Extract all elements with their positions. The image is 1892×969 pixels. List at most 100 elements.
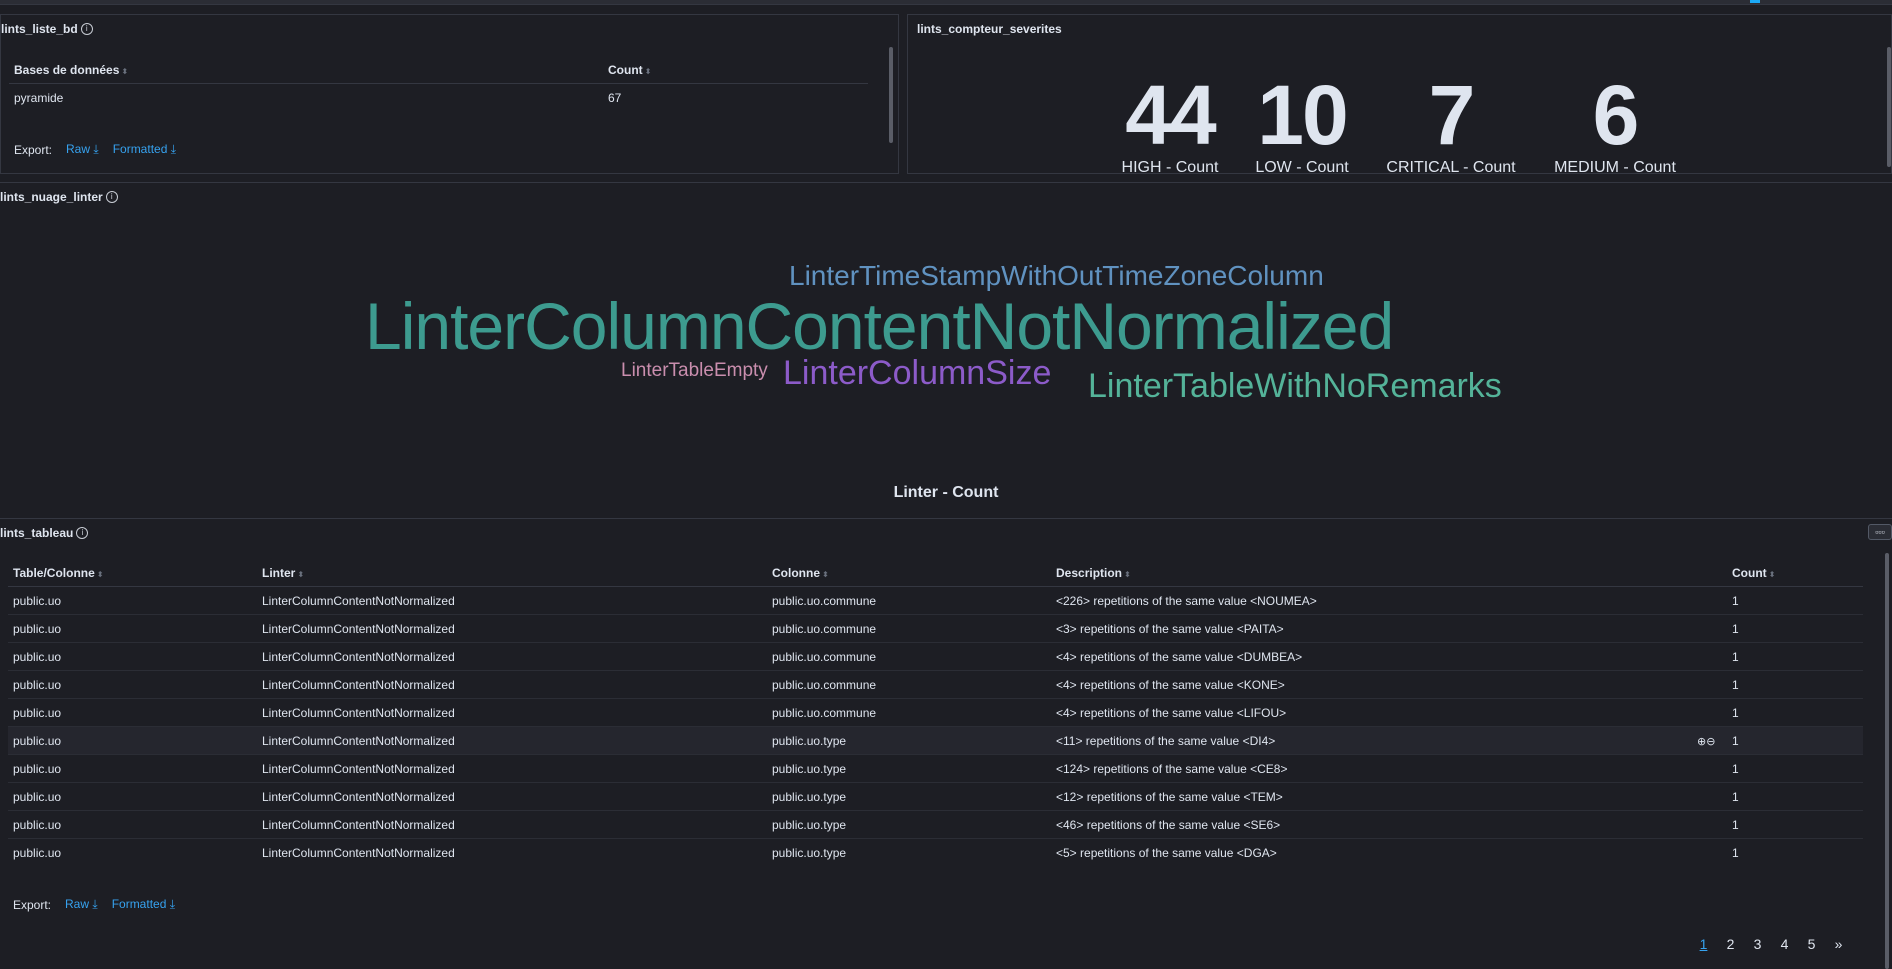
table-row: public.uo LinterColumnContentNotNormalize… — [8, 642, 1863, 671]
metric-high: 44 HIGH - Count — [1115, 73, 1225, 177]
table-cell: 1 — [1727, 754, 1863, 783]
column-header-table-colonne[interactable]: Table/Colonne ⬍ — [8, 559, 257, 587]
table-cell: <4> repetitions of the same value <LIFOU… — [1051, 698, 1727, 727]
download-icon: ⤓ — [170, 142, 177, 156]
table-row: public.uo LinterColumnContentNotNormalize… — [8, 586, 1863, 615]
metric-label: MEDIUM - Count — [1554, 159, 1676, 176]
table-cell: LinterColumnContentNotNormalized — [257, 726, 767, 755]
sort-icon[interactable]: ⬍ — [121, 67, 128, 76]
table-cell: public.uo — [8, 642, 257, 671]
table-cell: <4> repetitions of the same value <KONE> — [1051, 670, 1727, 699]
table-cell: 1 — [1727, 698, 1863, 727]
column-header-colonne[interactable]: Colonne ⬍ — [767, 559, 1051, 587]
metric-value: 7 — [1428, 68, 1476, 162]
sort-icon[interactable]: ⬍ — [1769, 570, 1776, 579]
panel-title-text: lints_liste_bd — [1, 22, 78, 36]
table-cell: 1 — [1727, 614, 1863, 643]
table-cell: <226> repetitions of the same value <NOU… — [1051, 586, 1727, 615]
sort-icon[interactable]: ⬍ — [1124, 570, 1131, 579]
table-cell: <5> repetitions of the same value <DGA> — [1056, 845, 1277, 860]
table-cell: 1 — [1727, 726, 1863, 755]
table-row: pyramide 67 — [9, 84, 868, 112]
export-formatted-link[interactable]: Formatted ⤓ — [113, 142, 176, 157]
table-cell: LinterColumnContentNotNormalized — [257, 586, 767, 615]
table-cell: <3> repetitions of the same value <PAITA… — [1051, 614, 1727, 643]
table-cell: 1 — [1727, 670, 1863, 699]
table-cell: <12> repetitions of the same value <TEM> — [1051, 782, 1727, 811]
table-row: public.uo LinterColumnContentNotNormalize… — [8, 670, 1863, 699]
metric-label: HIGH - Count — [1121, 159, 1219, 176]
info-icon[interactable]: i — [105, 191, 118, 203]
sort-icon[interactable]: ⬍ — [822, 570, 829, 579]
metric-label: LOW - Count — [1255, 159, 1349, 176]
panel-tableau: lints_tableau i Table/Colonne ⬍ Linter ⬍ C… — [0, 518, 1892, 969]
export-raw-link[interactable]: Raw ⤓ — [66, 142, 99, 157]
page-link-5[interactable]: 5 — [1798, 936, 1825, 952]
metric-value: 10 — [1257, 68, 1348, 162]
column-header-linter[interactable]: Linter ⬍ — [257, 559, 767, 587]
table-cell: LinterColumnContentNotNormalized — [257, 642, 767, 671]
download-icon: ⤓ — [93, 142, 99, 156]
page-link-4[interactable]: 4 — [1771, 936, 1798, 952]
column-header-count[interactable]: Count ⬍ — [1727, 559, 1863, 587]
table-header-row: Table/Colonne ⬍ Linter ⬍ Colonne ⬍ Descript… — [8, 559, 1863, 587]
table-cell: LinterColumnContentNotNormalized — [257, 670, 767, 699]
table-cell: LinterColumnContentNotNormalized — [262, 845, 455, 860]
scrollbar[interactable] — [1887, 47, 1891, 167]
table-cell: public.uo — [8, 586, 257, 615]
page-link-3[interactable]: 3 — [1744, 936, 1771, 952]
page-link-1[interactable]: 1 — [1690, 936, 1717, 952]
panel-title: lints_compteur_severites — [917, 22, 1062, 36]
table-cell: 1 — [1727, 782, 1863, 811]
table-row: public.uo LinterColumnContentNotNormalize… — [8, 810, 1863, 839]
table-cell: <46> repetitions of the same value <SE6> — [1051, 810, 1727, 839]
table-cell: public.uo — [8, 782, 257, 811]
info-icon[interactable]: i — [76, 527, 89, 539]
top-bar-accent — [1750, 0, 1760, 3]
metric-critical: 7 CRITICAL - Count — [1376, 73, 1526, 177]
column-header-count[interactable]: Count ⬍ — [603, 56, 868, 84]
word-cloud-term[interactable]: LinterTimeStampWithOutTimeZoneColumn — [789, 262, 1324, 290]
panel-liste-bd: lints_liste_bd i Bases de données ⬍ Count… — [0, 14, 899, 174]
export-bar: Export: Raw ⤓ Formatted ⤓ — [13, 897, 175, 912]
metric-value: 44 — [1125, 68, 1216, 162]
table-cell: public.uo.type — [772, 845, 847, 860]
table-cell: public.uo — [8, 810, 257, 839]
export-formatted-link[interactable]: Formatted ⤓ — [112, 897, 175, 912]
scrollbar[interactable] — [1885, 553, 1889, 969]
panel-title: lints_liste_bd i — [1, 22, 93, 36]
data-table: Bases de données ⬍ Count ⬍ pyramide 67 — [9, 56, 868, 111]
table-cell: LinterColumnContentNotNormalized — [257, 754, 767, 783]
sort-icon[interactable]: ⬍ — [645, 67, 652, 76]
table-cell: 67 — [608, 90, 622, 105]
table-cell: LinterColumnContentNotNormalized — [257, 614, 767, 643]
page-link-2[interactable]: 2 — [1717, 936, 1744, 952]
table-cell: LinterColumnContentNotNormalized — [257, 810, 767, 839]
column-header-description[interactable]: Description ⬍ — [1051, 559, 1727, 587]
table-cell: public.uo.commune — [767, 586, 1051, 615]
export-raw-link[interactable]: Raw ⤓ — [65, 897, 98, 912]
word-cloud-term[interactable]: LinterTableEmpty — [621, 361, 768, 380]
info-icon[interactable]: i — [80, 23, 93, 35]
next-page-button[interactable]: » — [1825, 936, 1852, 952]
metric-value: 6 — [1592, 68, 1640, 162]
filter-magnify-icons[interactable]: ⊕⊖ — [1697, 735, 1715, 748]
sort-icon[interactable]: ⬍ — [97, 570, 104, 579]
sort-icon[interactable]: ⬍ — [297, 570, 304, 579]
table-cell: public.uo — [8, 614, 257, 643]
table-cell: public.uo.type — [767, 782, 1051, 811]
scrollbar[interactable] — [889, 47, 893, 143]
table-cell: public.uo — [8, 754, 257, 783]
table-cell: LinterColumnContentNotNormalized — [257, 782, 767, 811]
word-cloud-term[interactable]: LinterColumnContentNotNormalized — [365, 293, 1394, 359]
word-cloud-term[interactable]: LinterTableWithNoRemarks — [1088, 369, 1502, 403]
panel-title: lints_tableau i — [0, 526, 89, 540]
panel-compteur-severites: lints_compteur_severites 44 HIGH - Count… — [907, 14, 1892, 177]
column-header-bases[interactable]: Bases de données ⬍ — [9, 56, 603, 84]
pagination: 1 2 3 4 5 » — [1690, 936, 1852, 952]
panel-options-button[interactable]: ▫▫▫ — [1868, 524, 1892, 540]
word-cloud-term[interactable]: LinterColumnSize — [783, 356, 1051, 390]
table-cell: public.uo.commune — [767, 698, 1051, 727]
download-icon: ⤓ — [169, 897, 176, 911]
table-cell: public.uo.commune — [767, 670, 1051, 699]
